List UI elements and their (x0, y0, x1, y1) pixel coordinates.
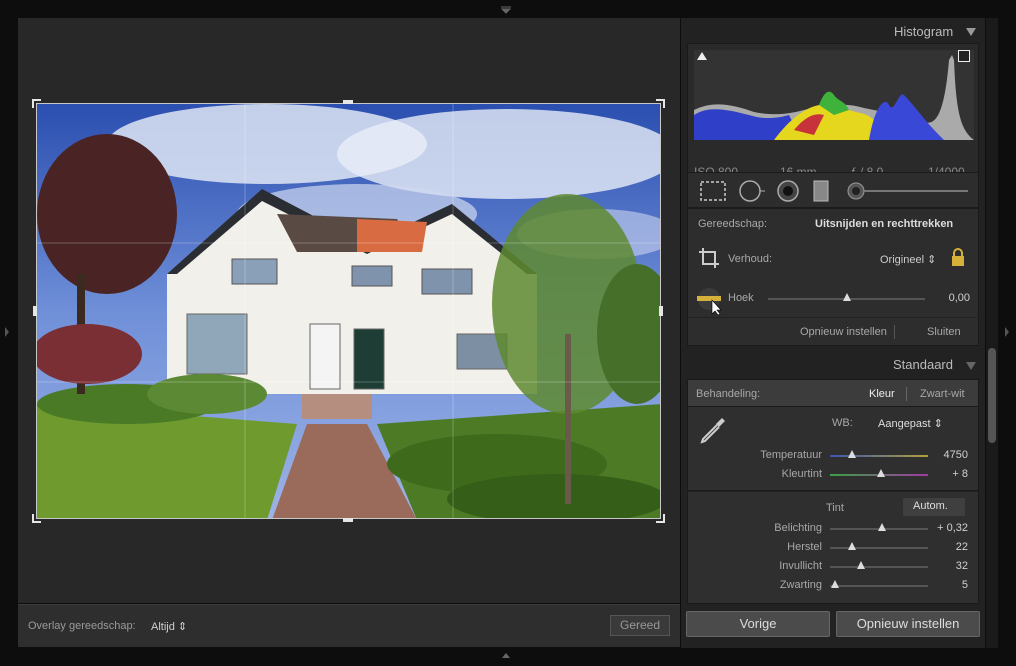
recovery-slider-track[interactable] (830, 547, 928, 549)
crop-handle-bottom-left[interactable] (32, 514, 41, 523)
wb-label: WB: (832, 417, 853, 429)
fill-light-slider-thumb[interactable] (857, 561, 866, 569)
recovery-value[interactable]: 22 (918, 541, 968, 553)
tool-label: Gereedschap: (698, 218, 768, 230)
histogram-graph (694, 50, 974, 140)
crop-panel: Gereedschap: Uitsnijden en rechttrekken … (687, 208, 980, 346)
angle-value[interactable]: 0,00 (920, 292, 970, 304)
tone-section: Tint Autom. Belichting + 0,32 Herstel 22… (687, 491, 979, 604)
histogram-title[interactable]: Histogram (894, 24, 953, 39)
left-panel-toggle-icon[interactable] (4, 326, 10, 338)
tint-label: Kleurtint (781, 468, 822, 480)
crop-tool-icon[interactable] (700, 181, 726, 204)
divider (906, 387, 907, 401)
fill-light-value[interactable]: 32 (918, 560, 968, 572)
fill-light-slider-track[interactable] (830, 566, 928, 568)
shadow-clipping-toggle-icon[interactable] (696, 51, 708, 61)
tool-name: Uitsnijden en rechttrekken (815, 218, 954, 230)
crop-handle-left[interactable] (33, 306, 37, 316)
histogram-panel: ISO 800 16 mm ƒ / 8,0 1/4000 (687, 43, 979, 181)
wb-eyedropper-icon[interactable] (698, 415, 728, 448)
crop-handle-right[interactable] (659, 306, 663, 316)
collapse-triangle-icon[interactable] (966, 27, 976, 39)
blacks-value[interactable]: 5 (918, 579, 968, 591)
tool-strip (687, 172, 979, 208)
crop-handle-top[interactable] (343, 100, 353, 104)
temp-value[interactable]: 4750 (918, 449, 968, 461)
temp-slider-thumb[interactable] (847, 450, 856, 458)
angle-label: Hoek (728, 292, 754, 304)
crop-frame-icon[interactable] (698, 247, 720, 272)
treatment-label: Behandeling: (696, 388, 761, 400)
graduated-filter-icon[interactable] (813, 180, 829, 205)
highlight-clipping-toggle-icon[interactable] (958, 50, 970, 62)
bottom-panel-toggle-icon[interactable] (500, 651, 512, 659)
blacks-slider-thumb[interactable] (830, 580, 839, 588)
angle-slider-thumb[interactable] (842, 293, 851, 301)
top-panel-toggle-icon[interactable] (500, 5, 512, 14)
exposure-label: Belichting (774, 522, 822, 534)
crop-handle-top-left[interactable] (32, 99, 41, 108)
auto-tone-button[interactable]: Autom. (903, 498, 965, 516)
color-option[interactable]: Kleur (869, 388, 895, 400)
aspect-label: Verhoud: (728, 253, 773, 265)
panel-scrollbar-thumb[interactable] (988, 348, 996, 443)
tint-value[interactable]: + 8 (918, 468, 968, 480)
blacks-label: Zwarting (779, 579, 822, 591)
exposure-value[interactable]: + 0,32 (918, 522, 968, 534)
done-button[interactable]: Gereed (610, 615, 670, 636)
panel-scrollbar-track[interactable] (986, 18, 998, 648)
divider (894, 325, 895, 339)
aspect-select[interactable]: Origineel ⇕ (880, 253, 936, 266)
photo-preview[interactable] (36, 103, 661, 519)
basic-collapse-icon[interactable] (966, 361, 976, 373)
wb-select[interactable]: Aangepast ⇕ (878, 417, 943, 430)
crop-handle-top-right[interactable] (656, 99, 665, 108)
previous-button[interactable]: Vorige (686, 611, 830, 637)
crop-handle-bottom-right[interactable] (656, 514, 665, 523)
crop-handle-bottom[interactable] (343, 518, 353, 522)
toolbar: Overlay gereedschap: Altijd ⇕ Gereed (18, 604, 680, 647)
crop-close-button[interactable]: Sluiten (927, 326, 961, 338)
fill-light-label: Invullicht (779, 560, 822, 572)
overlay-label: Overlay gereedschap: (28, 620, 136, 632)
bw-option[interactable]: Zwart-wit (920, 388, 965, 400)
right-panel-toggle-icon[interactable] (1004, 326, 1010, 338)
reset-button[interactable]: Opnieuw instellen (836, 611, 980, 637)
white-balance-section: WB: Aangepast ⇕ Temperatuur 4750 Kleurti… (687, 407, 979, 491)
divider (688, 317, 980, 318)
blacks-slider-track[interactable] (830, 585, 928, 587)
straighten-tool-icon[interactable] (696, 287, 726, 318)
treatment-bar: Behandeling: Kleur Zwart-wit (687, 379, 979, 407)
recovery-slider-thumb[interactable] (847, 542, 856, 550)
tint-slider-thumb[interactable] (876, 469, 885, 477)
recovery-label: Herstel (787, 541, 822, 553)
adjustment-brush-icon[interactable] (846, 181, 970, 204)
temp-label: Temperatuur (760, 449, 822, 461)
tone-label: Tint (826, 502, 844, 514)
red-eye-icon[interactable] (776, 179, 800, 206)
auto-tone-label: Autom. (913, 500, 948, 512)
right-panel: Histogram ISO 800 16 mm ƒ / 8,0 1/4000 (681, 18, 985, 648)
exposure-slider-thumb[interactable] (877, 523, 886, 531)
temp-slider-track[interactable] (830, 455, 928, 457)
lock-icon[interactable] (950, 247, 966, 270)
overlay-select[interactable]: Altijd ⇕ (151, 620, 187, 633)
spot-removal-icon[interactable] (738, 179, 766, 206)
basic-title[interactable]: Standaard (893, 357, 953, 372)
crop-reset-button[interactable]: Opnieuw instellen (800, 326, 887, 338)
